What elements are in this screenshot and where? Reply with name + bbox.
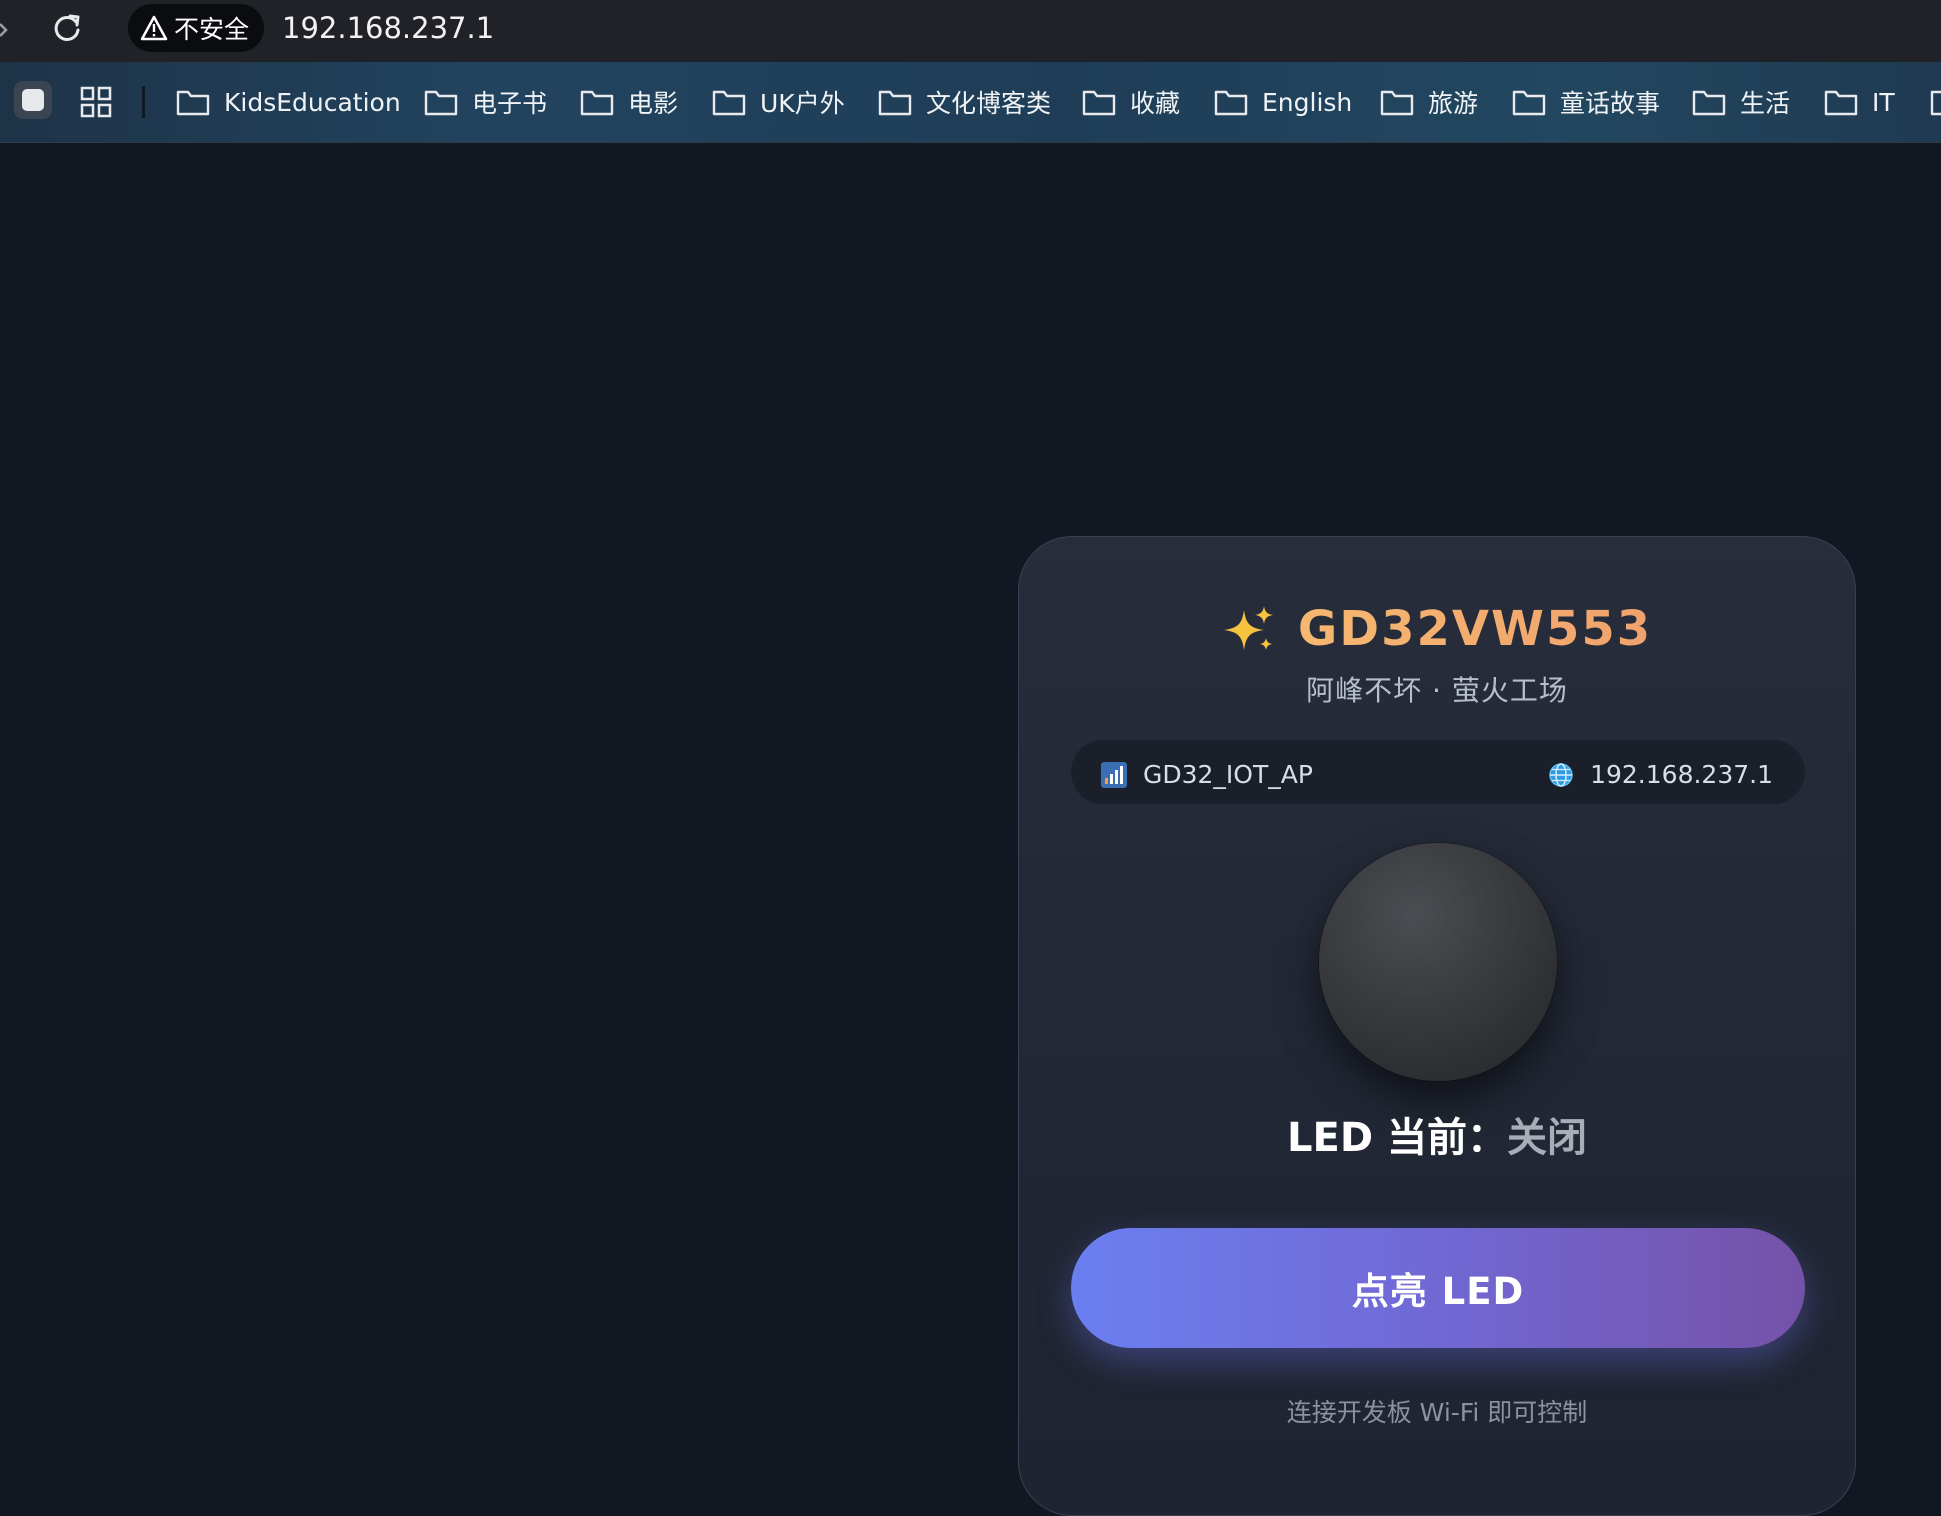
ip-info: 192.168.237.1: [1548, 760, 1773, 789]
sparkle-icon: [1223, 606, 1273, 650]
bookmark-label: KidsEducation: [224, 87, 401, 117]
bookmark-folder[interactable]: 生活: [1692, 82, 1790, 122]
reload-icon[interactable]: [50, 11, 84, 45]
back-chevron-icon[interactable]: [0, 20, 10, 40]
bookmark-label: 电子书: [472, 89, 548, 118]
folder-icon: [1692, 90, 1726, 116]
bookmark-folder[interactable]: UK户外: [712, 82, 845, 122]
browser-toolbar: 不安全 192.168.237.1: [0, 0, 1941, 62]
folder-icon: [580, 90, 614, 116]
bookmark-label: 童话故事: [1560, 89, 1661, 118]
folder-icon: [1082, 90, 1116, 116]
bookmark-separator: [142, 86, 145, 118]
ssid-text: GD32_IOT_AP: [1143, 760, 1313, 789]
bookmark-label: 文化博客类: [926, 89, 1052, 118]
led-status-label: LED 当前：: [1287, 1115, 1507, 1161]
folder-icon: [1512, 90, 1546, 116]
bookmark-folder[interactable]: KidsEducation: [176, 82, 401, 122]
bookmark-label: IT: [1872, 87, 1895, 117]
apps-icon[interactable]: [80, 86, 112, 118]
security-label: 不安全: [174, 15, 250, 44]
bookmark-folder[interactable]: 电子书: [424, 82, 547, 122]
card-header: GD32VW553: [1019, 601, 1855, 657]
bookmark-folder[interactable]: 文化博客类: [878, 82, 1051, 122]
folder-icon: [424, 90, 458, 116]
bookmark-folder[interactable]: English: [1214, 82, 1352, 122]
bookmark-label: 生活: [1740, 89, 1791, 118]
folder-icon: [1824, 90, 1858, 116]
bookmark-folder[interactable]: 童话故事: [1512, 82, 1660, 122]
bookmark-overflow-folder[interactable]: [1930, 82, 1941, 122]
led-status-value: 关闭: [1506, 1115, 1587, 1161]
led-indicator: [1319, 843, 1557, 1081]
bookmark-label: 收藏: [1130, 89, 1181, 118]
folder-icon: [1380, 90, 1414, 116]
folder-icon: [176, 90, 210, 116]
security-indicator[interactable]: 不安全: [128, 4, 264, 52]
bookmark-folder[interactable]: 电影: [580, 82, 678, 122]
device-title: GD32VW553: [1297, 601, 1653, 657]
led-status: LED 当前：关闭: [1019, 1105, 1855, 1163]
ip-text: 192.168.237.1: [1590, 760, 1773, 789]
folder-icon: [878, 90, 912, 116]
bookmark-label: 旅游: [1428, 89, 1479, 118]
bookmark-folder[interactable]: 旅游: [1380, 82, 1478, 122]
bookmark-label: 电影: [628, 89, 679, 118]
network-info: GD32_IOT_AP 192.168.237.1: [1071, 740, 1805, 804]
device-subtitle: 阿峰不坏 · 萤火工场: [1306, 674, 1568, 707]
connection-hint: 连接开发板 Wi-Fi 即可控制: [1286, 1398, 1588, 1427]
folder-icon: [712, 90, 746, 116]
signal-bars-icon: [1101, 761, 1127, 788]
bookmark-label: English: [1262, 87, 1353, 117]
tab-search-button[interactable]: [14, 81, 52, 119]
toggle-led-button[interactable]: 点亮 LED: [1071, 1228, 1805, 1348]
address-bar-url[interactable]: 192.168.237.1: [282, 7, 494, 49]
bookmark-folder[interactable]: 收藏: [1082, 82, 1180, 122]
ssid-info: GD32_IOT_AP: [1101, 760, 1313, 789]
bookmark-folder[interactable]: IT: [1824, 82, 1895, 122]
bookmark-label: UK户外: [760, 89, 845, 118]
bookmarks-bar: KidsEducation 电子书 电影 UK户外 文化博客类 收藏 English 旅游 童话…: [0, 62, 1941, 143]
led-control-card: GD32VW553 阿峰不坏 · 萤火工场 GD32_IOT_AP 192.16…: [1018, 536, 1856, 1516]
globe-icon: [1549, 762, 1573, 787]
warning-icon: [140, 15, 168, 41]
folder-icon: [1214, 90, 1248, 116]
folder-icon: [1930, 90, 1941, 116]
